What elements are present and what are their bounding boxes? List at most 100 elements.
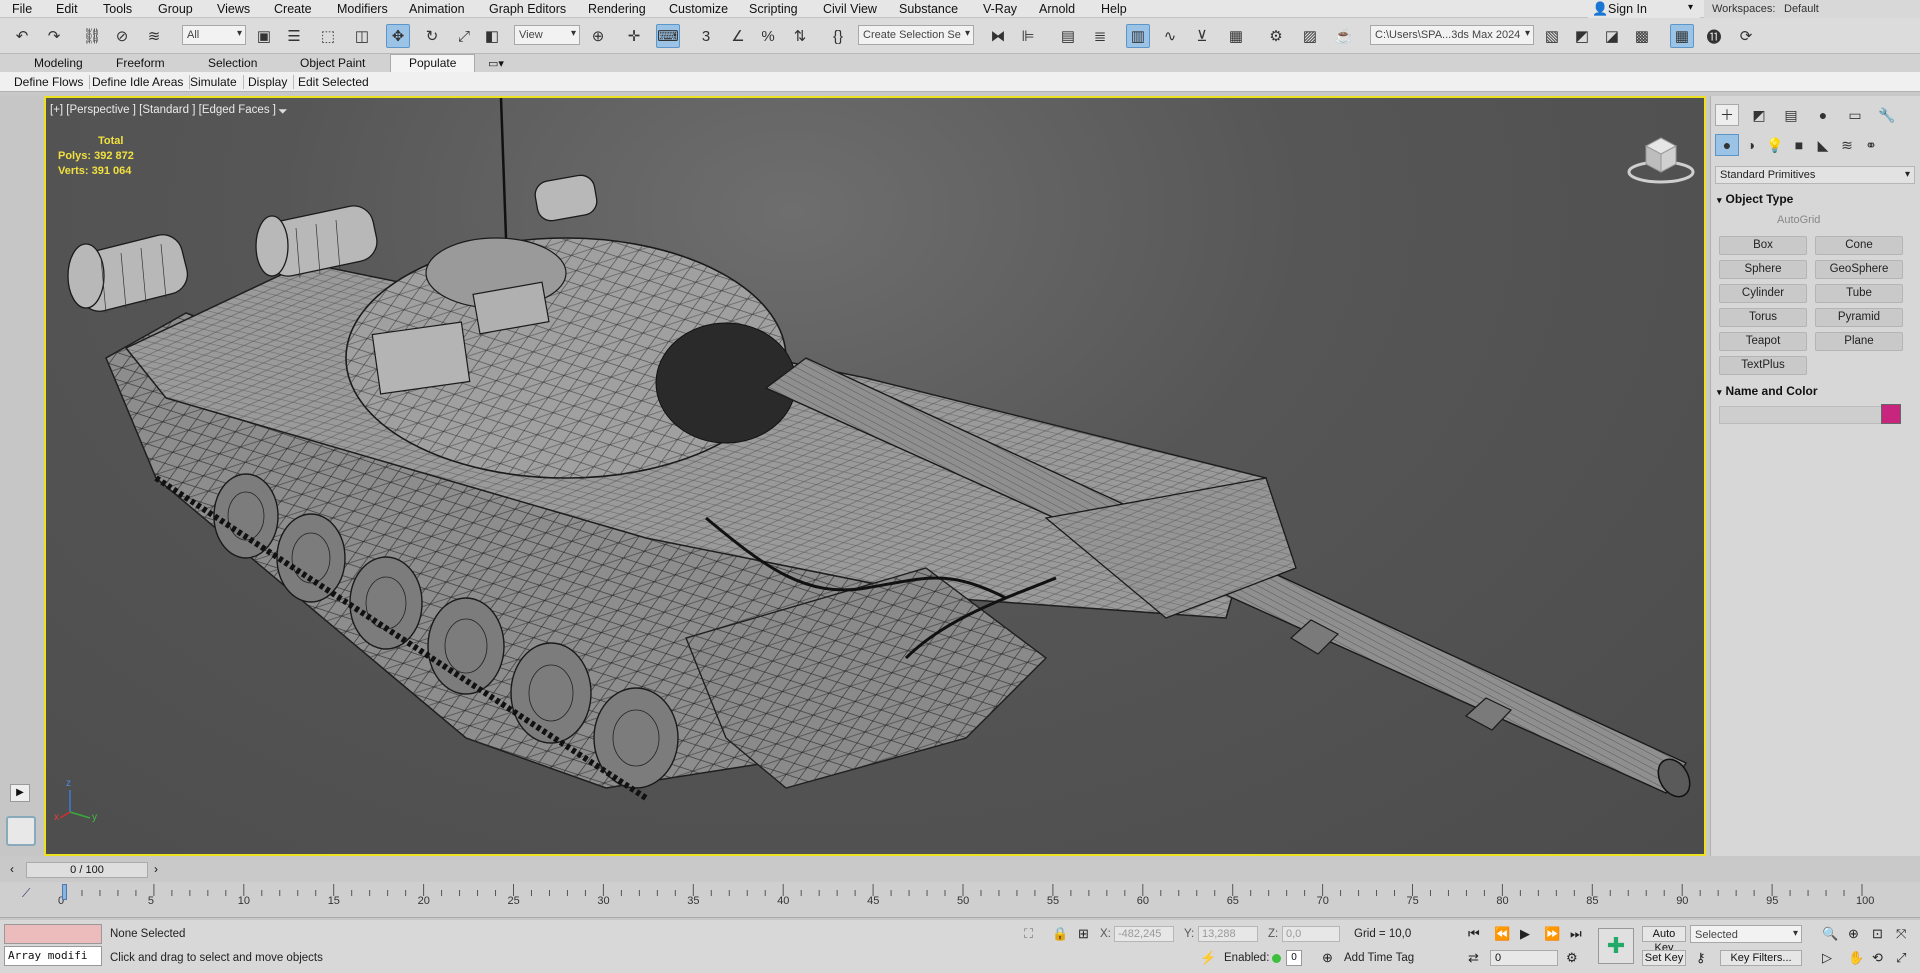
pyramid-button[interactable]: Pyramid [1815, 308, 1903, 327]
viewport-label-menu[interactable]: [+] [Perspective ] [Standard ] [Edged Fa… [50, 104, 276, 116]
redo-icon[interactable]: ↷ [42, 24, 66, 48]
simulate-button[interactable]: Simulate [190, 75, 244, 89]
lights-icon[interactable]: 💡 [1763, 134, 1787, 156]
textplus-button[interactable]: TextPlus [1719, 356, 1807, 375]
time-cursor[interactable] [62, 884, 67, 900]
snaps-toggle-icon[interactable]: 3 [694, 24, 718, 48]
autogrid-checkbox[interactable]: AutoGrid [1777, 214, 1820, 226]
adaptive-degradation-icon[interactable]: ⓫ [1702, 24, 1726, 48]
selection-filter-dropdown[interactable]: All [182, 25, 246, 45]
edit-selected-button[interactable]: Edit Selected [298, 75, 375, 89]
menu-group[interactable]: Group [158, 2, 193, 16]
menu-modifiers[interactable]: Modifiers [337, 2, 388, 16]
mirror-icon[interactable]: ⧓ [986, 24, 1010, 48]
toggle-scene-explorer-icon[interactable]: ▤ [1056, 24, 1080, 48]
next-key-icon[interactable]: ⏩ [1544, 926, 1560, 942]
zoom-all-icon[interactable]: ⊕ [1848, 926, 1859, 942]
orbit-icon[interactable]: ⟲ [1872, 950, 1883, 966]
open-project-icon[interactable]: ▧ [1540, 24, 1564, 48]
define-flows-button[interactable]: Define Flows [14, 75, 91, 89]
torus-button[interactable]: Torus [1719, 308, 1807, 327]
select-by-name-icon[interactable]: ☰ [282, 24, 306, 48]
maxscript-listener-output[interactable]: Array modifi [4, 946, 102, 966]
zoom-extents-all-icon[interactable]: ⤧ [1896, 926, 1906, 942]
edit-named-selection-icon[interactable]: {} [826, 24, 850, 48]
angle-snap-icon[interactable]: ∠ [726, 24, 750, 48]
menu-customize[interactable]: Customize [669, 2, 728, 16]
window-crossing-icon[interactable]: ◫ [350, 24, 374, 48]
menu-rendering[interactable]: Rendering [588, 2, 646, 16]
absolute-mode-icon[interactable]: ⊞ [1078, 926, 1089, 942]
x-coordinate-field[interactable]: -482,245 [1114, 926, 1174, 942]
space-warps-icon[interactable]: ≋ [1835, 134, 1859, 156]
geometry-icon[interactable]: ● [1715, 134, 1739, 156]
menu-vray[interactable]: V-Ray [983, 2, 1017, 16]
tab-freeform[interactable]: Freeform [116, 56, 165, 70]
menu-civil-view[interactable]: Civil View [823, 2, 877, 16]
time-tag-icon[interactable]: ⊕ [1322, 950, 1333, 966]
display-tab-icon[interactable]: ▭ [1843, 104, 1867, 126]
set-keys-button[interactable]: ✚ [1598, 928, 1634, 964]
systems-icon[interactable]: ⚭ [1859, 134, 1883, 156]
select-place-icon[interactable]: ◧ [480, 24, 504, 48]
menu-scripting[interactable]: Scripting [749, 2, 798, 16]
rect-selection-icon[interactable]: ⬚ [316, 24, 340, 48]
keyboard-shortcut-toggle-icon[interactable]: ⌨ [656, 24, 680, 48]
geosphere-button[interactable]: GeoSphere [1815, 260, 1903, 279]
display-button[interactable]: Display [248, 75, 295, 89]
select-manipulate-icon[interactable]: ✛ [622, 24, 646, 48]
menu-graph-editors[interactable]: Graph Editors [489, 2, 566, 16]
box-button[interactable]: Box [1719, 236, 1807, 255]
tube-button[interactable]: Tube [1815, 284, 1903, 303]
add-time-tag[interactable]: Add Time Tag [1344, 952, 1414, 964]
select-object-icon[interactable]: ▣ [252, 24, 276, 48]
track-bar[interactable]: ⟋ 0 5 10 15 20 25 30 35 40 45 50 55 60 65 70 75 80 85 90 95… [0, 882, 1920, 918]
go-to-end-icon[interactable]: ⏭ [1570, 926, 1582, 942]
material-editor-icon[interactable]: ▦ [1224, 24, 1248, 48]
tab-populate[interactable]: Populate [390, 54, 476, 72]
object-type-rollout-header[interactable]: ▾ Object Type [1717, 192, 1915, 210]
prev-frame-icon[interactable]: ‹ [10, 862, 14, 876]
viewport-layout-icon[interactable]: ▦ [1670, 24, 1694, 48]
go-to-start-icon[interactable]: ⏮ [1468, 926, 1480, 942]
cameras-icon[interactable]: ■ [1787, 134, 1811, 156]
ribbon-options-icon[interactable]: ▭▾ [488, 57, 504, 70]
plane-button[interactable]: Plane [1815, 332, 1903, 351]
render-setup-icon[interactable]: ⚙ [1264, 24, 1288, 48]
align-icon[interactable]: ⊫ [1016, 24, 1040, 48]
zoom-extents-icon[interactable]: ⊡ [1872, 926, 1883, 942]
lock-selection-icon[interactable]: 🔒 [1052, 926, 1068, 942]
link-icon[interactable]: ⛓ [80, 24, 104, 48]
filter-icon[interactable]: ⏷ [278, 104, 288, 119]
perspective-viewport[interactable]: [+] [Perspective ] [Standard ] [Edged Fa… [44, 96, 1706, 856]
project-folder-icon[interactable]: ◪ [1600, 24, 1624, 48]
bind-space-warp-icon[interactable]: ≋ [142, 24, 166, 48]
menu-help[interactable]: Help [1101, 2, 1127, 16]
schematic-view-icon[interactable]: ⊻ [1190, 24, 1214, 48]
undo-icon[interactable]: ↶ [10, 24, 34, 48]
teapot-button[interactable]: Teapot [1719, 332, 1807, 351]
select-move-icon[interactable]: ✥ [386, 24, 410, 48]
named-selection-set-dropdown[interactable]: Create Selection Se [858, 25, 974, 45]
spinner-snap-icon[interactable]: ⇅ [788, 24, 812, 48]
toggle-ribbon-icon[interactable]: ▥ [1126, 24, 1150, 48]
viewcube[interactable] [1626, 128, 1696, 188]
time-configuration-icon[interactable]: ⚙ [1566, 950, 1578, 966]
maximize-viewport-icon[interactable]: ⤢ [1896, 950, 1906, 966]
category-dropdown[interactable]: Standard Primitives ▾ [1715, 166, 1915, 184]
set-project-icon[interactable]: ◩ [1570, 24, 1594, 48]
pan-icon[interactable]: ✋ [1848, 950, 1864, 966]
maxscript-listener-input[interactable] [4, 924, 102, 944]
toggle-layer-explorer-icon[interactable]: ≣ [1088, 24, 1112, 48]
next-frame-icon[interactable]: › [154, 862, 158, 876]
time-slider-thumb[interactable]: 0 / 100 [26, 862, 148, 878]
rendered-frame-window-icon[interactable]: ▨ [1298, 24, 1322, 48]
tab-selection[interactable]: Selection [208, 56, 257, 70]
enabled-value[interactable]: 0 [1286, 950, 1302, 966]
menu-tools[interactable]: Tools [103, 2, 132, 16]
z-coordinate-field[interactable]: 0,0 [1282, 926, 1340, 942]
current-frame-field[interactable]: 0 [1490, 950, 1558, 966]
key-filter-icon[interactable]: ⚷ [1696, 950, 1706, 966]
previous-frame-icon[interactable]: ⏪ [1494, 926, 1510, 942]
object-name-field[interactable] [1719, 406, 1883, 424]
